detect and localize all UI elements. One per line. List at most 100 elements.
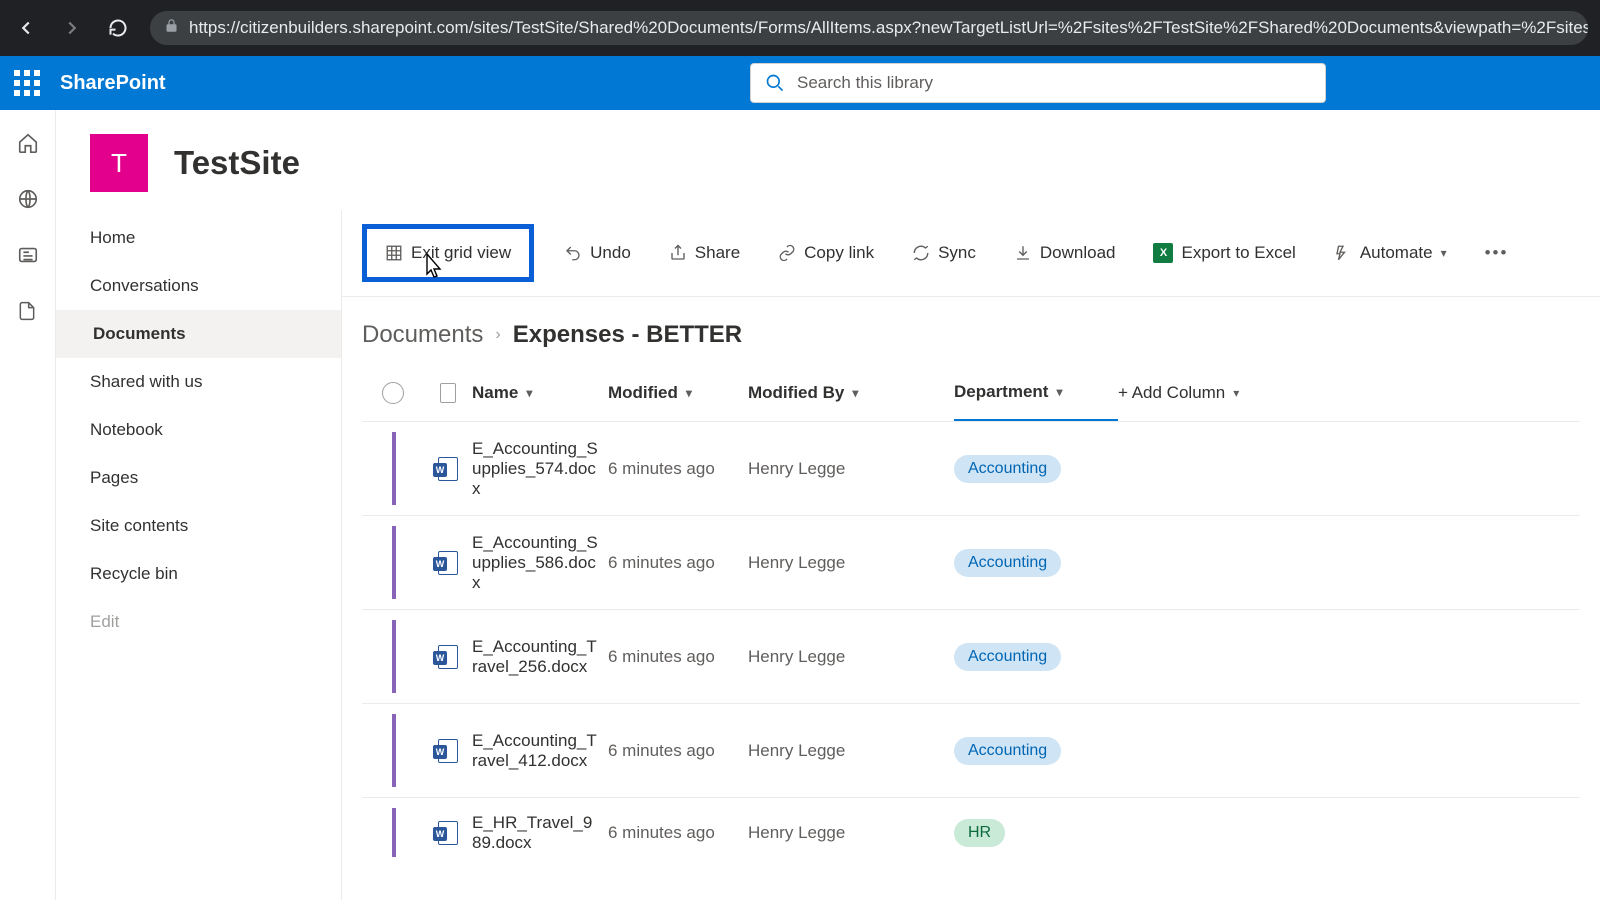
reload-button[interactable] [104,14,132,42]
select-all-toggle[interactable] [382,382,404,404]
excel-icon: X [1153,243,1173,263]
modified-date: 6 minutes ago [608,553,748,573]
modified-date: 6 minutes ago [608,647,748,667]
suite-header: SharePoint Search this library [0,56,1600,110]
site-title: TestSite [174,144,300,182]
globe-icon[interactable] [17,188,39,210]
exit-grid-view-button[interactable]: Exit grid view [362,224,534,282]
forward-button[interactable] [58,14,86,42]
department-cell[interactable]: HR [954,819,1118,847]
site-logo[interactable]: T [90,134,148,192]
grid-header: Name▾ Modified▾ Modified By▾ Department▾… [362,365,1580,421]
breadcrumb: Documents › Expenses - BETTER [342,297,1600,365]
department-cell[interactable]: Accounting [954,455,1118,483]
department-cell[interactable]: Accounting [954,737,1118,765]
file-name[interactable]: E_Accounting_Travel_256.docx [472,637,608,677]
document-grid: Name▾ Modified▾ Modified By▾ Department▾… [342,365,1600,867]
url-bar[interactable]: https://citizenbuilders.sharepoint.com/s… [150,11,1588,45]
chevron-right-icon: › [495,326,500,344]
table-row[interactable]: E_HR_Travel_989.docx6 minutes agoHenry L… [362,797,1580,867]
department-cell[interactable]: Accounting [954,643,1118,671]
search-icon [765,73,785,93]
nav-item-home[interactable]: Home [56,214,341,262]
more-button[interactable]: ••• [1477,237,1517,269]
table-row[interactable]: E_Accounting_Travel_412.docx6 minutes ag… [362,703,1580,797]
more-icon: ••• [1485,243,1509,263]
site-header: T TestSite [56,110,1600,210]
copy-link-button[interactable]: Copy link [770,237,882,269]
files-icon[interactable] [17,300,39,322]
file-name[interactable]: E_Accounting_Supplies_574.docx [472,439,608,499]
sync-button[interactable]: Sync [904,237,984,269]
nav-item-notebook[interactable]: Notebook [56,406,341,454]
department-cell[interactable]: Accounting [954,549,1118,577]
table-row[interactable]: E_Accounting_Travel_256.docx6 minutes ag… [362,609,1580,703]
flow-icon [1334,244,1352,262]
chevron-down-icon: ▾ [1441,246,1447,260]
search-input[interactable]: Search this library [750,63,1326,103]
modified-date: 6 minutes ago [608,741,748,761]
chevron-down-icon: ▾ [1056,385,1062,399]
automate-button[interactable]: Automate ▾ [1326,237,1455,269]
undo-button[interactable]: Undo [556,237,639,269]
breadcrumb-root[interactable]: Documents [362,321,483,349]
brand-label: SharePoint [60,72,166,95]
share-button[interactable]: Share [661,237,748,269]
left-nav: HomeConversationsDocumentsShared with us… [56,210,342,900]
nav-item-documents[interactable]: Documents [56,310,341,358]
table-row[interactable]: E_Accounting_Supplies_574.docx6 minutes … [362,421,1580,515]
link-icon [778,244,796,262]
file-name[interactable]: E_Accounting_Supplies_586.docx [472,533,608,593]
word-doc-icon [438,645,458,669]
download-icon [1014,244,1032,262]
modified-by: Henry Legge [748,823,954,843]
word-doc-icon [438,551,458,575]
back-button[interactable] [12,14,40,42]
search-placeholder: Search this library [797,73,933,93]
export-excel-button[interactable]: X Export to Excel [1145,237,1303,269]
file-type-icon [440,383,456,403]
column-department[interactable]: Department▾ [954,365,1118,421]
chevron-down-icon: ▾ [852,386,858,400]
column-name[interactable]: Name▾ [472,383,608,403]
modified-by: Henry Legge [748,459,954,479]
nav-item-conversations[interactable]: Conversations [56,262,341,310]
modified-date: 6 minutes ago [608,459,748,479]
modified-by: Henry Legge [748,553,954,573]
nav-item-pages[interactable]: Pages [56,454,341,502]
table-row[interactable]: E_Accounting_Supplies_586.docx6 minutes … [362,515,1580,609]
download-button[interactable]: Download [1006,237,1124,269]
sync-icon [912,244,930,262]
undo-icon [564,244,582,262]
command-bar: Exit grid view Undo Share Copy link [342,210,1600,297]
app-launcher-icon[interactable] [14,70,40,96]
lock-icon [164,18,179,38]
nav-item-recycle-bin[interactable]: Recycle bin [56,550,341,598]
modified-by: Henry Legge [748,741,954,761]
modified-by: Henry Legge [748,647,954,667]
word-doc-icon [438,821,458,845]
home-icon[interactable] [17,132,39,154]
browser-chrome: https://citizenbuilders.sharepoint.com/s… [0,0,1600,56]
add-column-button[interactable]: + Add Column▾ [1118,383,1266,403]
column-modified-by[interactable]: Modified By▾ [748,383,954,403]
word-doc-icon [438,457,458,481]
file-name[interactable]: E_HR_Travel_989.docx [472,813,608,853]
word-doc-icon [438,739,458,763]
breadcrumb-current: Expenses - BETTER [513,321,742,349]
grid-icon [385,244,403,262]
nav-edit-link[interactable]: Edit [56,598,341,646]
modified-date: 6 minutes ago [608,823,748,843]
share-icon [669,244,687,262]
news-icon[interactable] [17,244,39,266]
column-modified[interactable]: Modified▾ [608,383,748,403]
app-rail [0,110,56,900]
chevron-down-icon: ▾ [1233,386,1239,400]
file-name[interactable]: E_Accounting_Travel_412.docx [472,731,608,771]
exit-grid-label: Exit grid view [411,243,511,263]
chevron-down-icon: ▾ [686,386,692,400]
chevron-down-icon: ▾ [526,386,532,400]
nav-item-site-contents[interactable]: Site contents [56,502,341,550]
url-text: https://citizenbuilders.sharepoint.com/s… [189,18,1588,38]
nav-item-shared-with-us[interactable]: Shared with us [56,358,341,406]
